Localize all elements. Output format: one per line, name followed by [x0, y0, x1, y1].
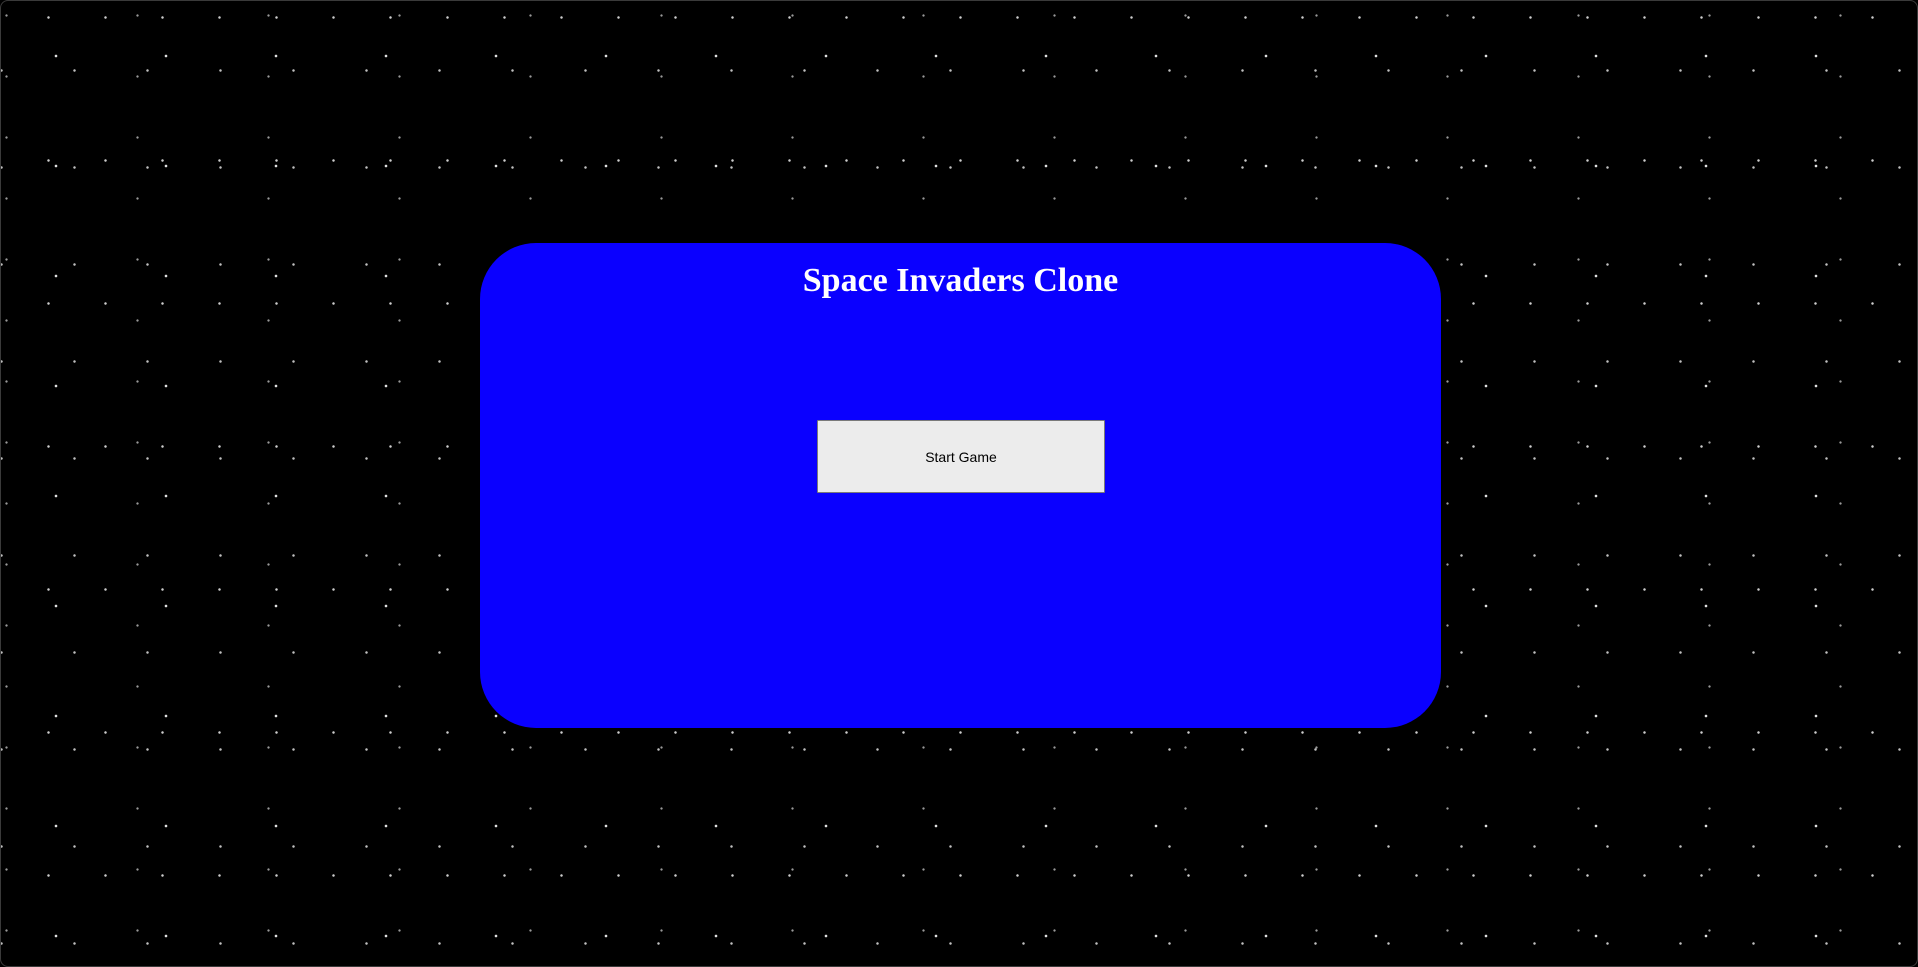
game-title: Space Invaders Clone	[802, 262, 1119, 299]
game-screen: Space Invaders Clone Start Game	[0, 0, 1918, 967]
start-game-button[interactable]: Start Game	[817, 420, 1105, 493]
menu-panel: Space Invaders Clone Start Game	[480, 243, 1441, 728]
